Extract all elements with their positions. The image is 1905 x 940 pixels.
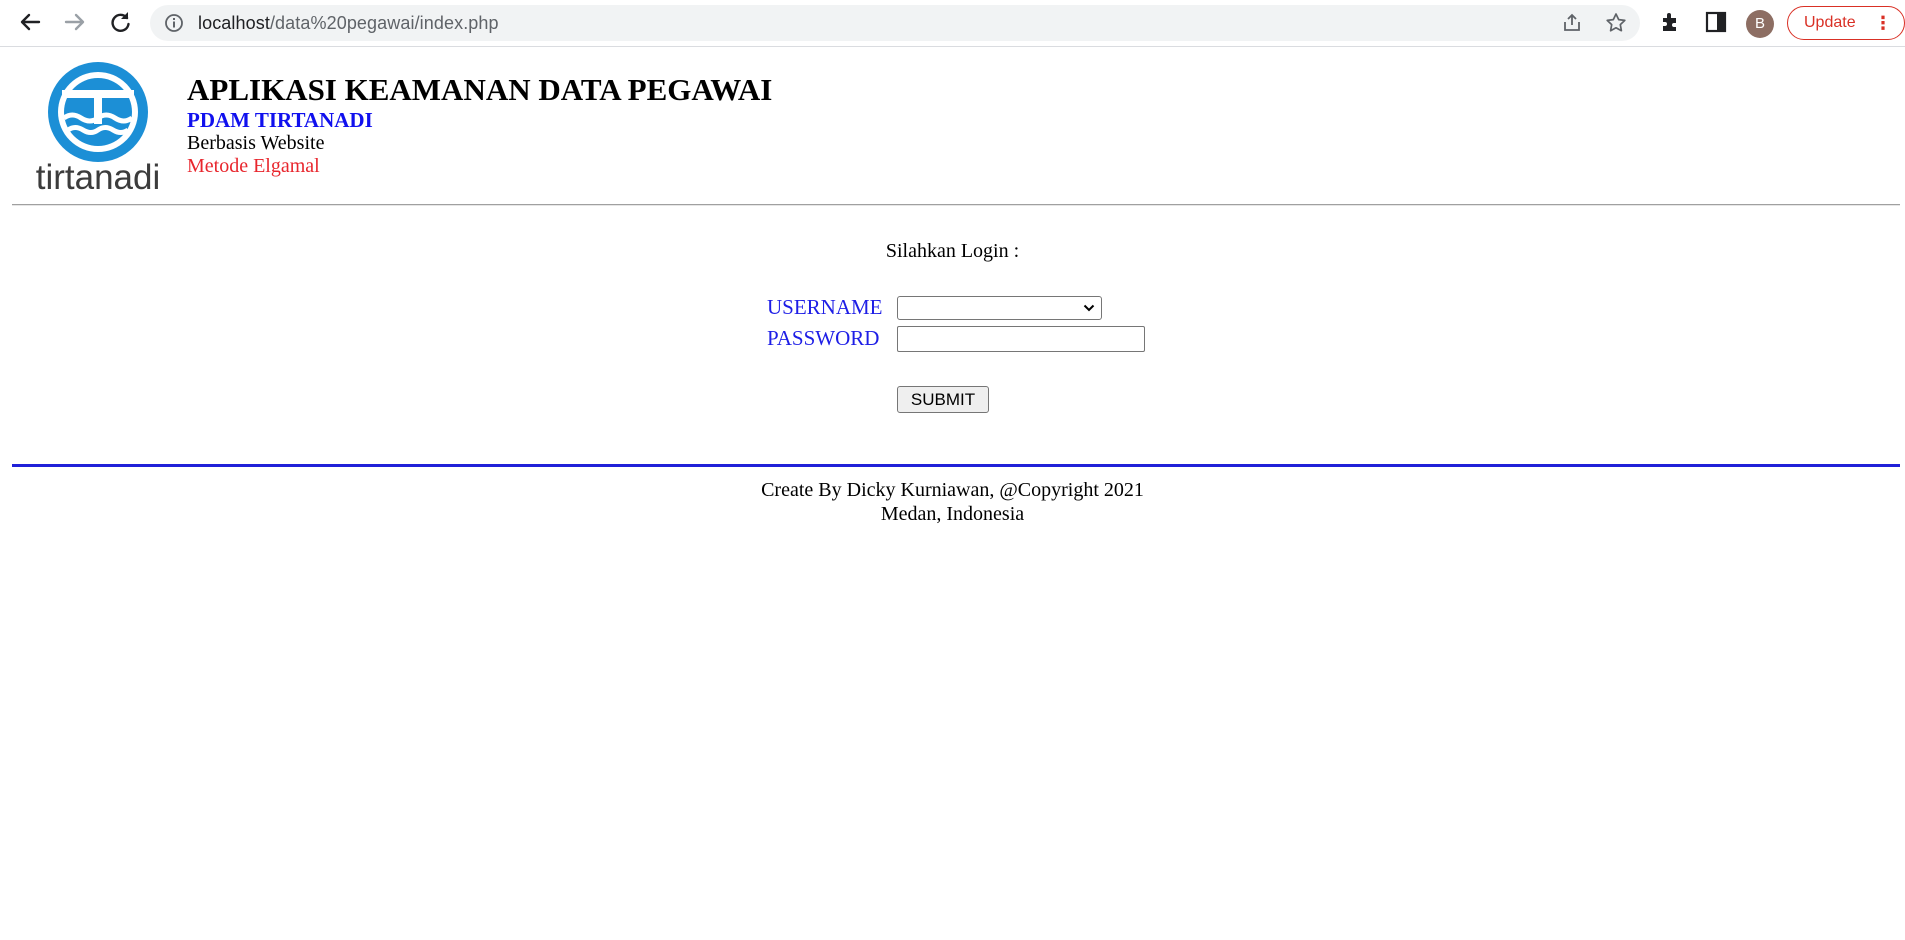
footer-location: Medan, Indonesia xyxy=(880,503,1025,525)
update-label: Update xyxy=(1804,14,1856,31)
app-title: APLIKASI KEAMANAN DATA PEGAWAI xyxy=(187,72,773,107)
footer-divider xyxy=(12,464,1900,467)
password-field[interactable] xyxy=(897,326,1145,352)
back-icon[interactable] xyxy=(15,7,45,37)
side-panel-icon[interactable] xyxy=(1703,9,1729,35)
url-host: localhost xyxy=(198,13,270,33)
url-path: /data%20pegawai/index.php xyxy=(269,13,499,33)
chevron-down-icon xyxy=(1083,304,1095,312)
password-label: PASSWORD xyxy=(767,326,880,350)
address-bar[interactable]: localhost/data%20pegawai/index.php xyxy=(150,5,1640,41)
username-label: USERNAME xyxy=(767,295,883,319)
menu-dots-icon[interactable]: ⋮ xyxy=(1874,7,1892,39)
browser-toolbar: localhost/data%20pegawai/index.php B Upd… xyxy=(0,0,1905,47)
site-info-icon[interactable] xyxy=(164,13,184,33)
forward-icon[interactable] xyxy=(60,7,90,37)
tirtanadi-logo: tirtanadi xyxy=(36,62,161,195)
footer: Create By Dicky Kurniawan, @Copyright 20… xyxy=(0,478,1905,526)
share-icon[interactable] xyxy=(1560,11,1584,35)
app-subtitle-method: Metode Elgamal xyxy=(187,155,320,177)
company-name: PDAM TIRTANADI xyxy=(187,108,373,132)
header-divider xyxy=(12,204,1900,206)
username-select[interactable] xyxy=(897,296,1102,320)
update-button[interactable]: Update ⋮ xyxy=(1787,6,1905,40)
submit-button[interactable]: SUBMIT xyxy=(897,386,989,413)
profile-avatar[interactable]: B xyxy=(1746,10,1774,38)
reload-icon[interactable] xyxy=(105,7,135,37)
app-subtitle-web: Berbasis Website xyxy=(187,132,325,154)
url-text[interactable]: localhost/data%20pegawai/index.php xyxy=(198,5,499,41)
extensions-icon[interactable] xyxy=(1658,9,1684,35)
footer-copyright: Create By Dicky Kurniawan, @Copyright 20… xyxy=(761,479,1144,501)
logo-wordmark: tirtanadi xyxy=(36,158,161,195)
bookmark-star-icon[interactable] xyxy=(1604,11,1628,35)
login-prompt: Silahkan Login : xyxy=(885,240,1020,262)
